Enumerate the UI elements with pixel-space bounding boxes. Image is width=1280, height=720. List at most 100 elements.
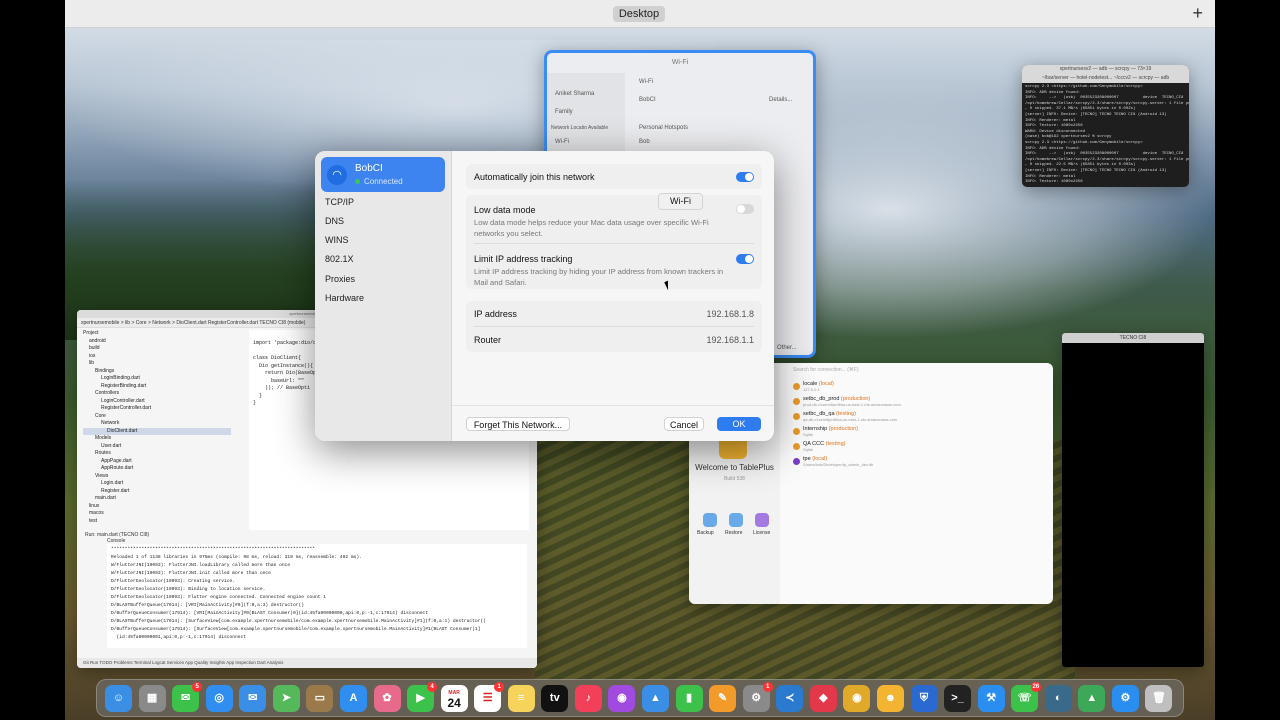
safari-icon[interactable]: ◎ [205,685,233,712]
network-details-dialog[interactable]: ◠ BobCI Connected TCP/IP DNS WINS 802.1X… [315,151,774,441]
messages-icon[interactable]: ✉ 5 [172,682,203,712]
terminal-window[interactable]: xpertnursesv2 — adb — scrcpy — 73×19 ~/b… [1022,65,1189,187]
calendar-icon[interactable]: MAR 24 [440,685,468,712]
sidebar-user[interactable]: Aniket Sharma [555,91,594,97]
tree-item[interactable]: macos [83,510,231,518]
launchpad-icon[interactable]: ▦ [138,685,166,712]
selected-network[interactable]: ◠ BobCI Connected [321,157,445,192]
podcasts-icon[interactable]: ◉ [608,685,636,712]
project-tree[interactable]: Project android build ios lib Bindings LoginBi… [83,330,231,530]
vscode-icon[interactable]: ≺ [776,685,804,712]
numbers-icon[interactable]: ▮ [675,685,703,712]
tree-item[interactable]: RegisterController.dart [83,405,231,413]
forget-network-button[interactable]: Forget This Network... [466,417,570,431]
phone-mirror-window[interactable]: TECNO CI8 [1062,333,1204,667]
sidebar-item-tcpip[interactable]: TCP/IP [325,197,354,207]
tree-item[interactable]: RegisterBinding.dart [83,383,231,391]
sidebar-item-proxies[interactable]: Proxies [325,274,355,284]
tree-item[interactable]: Controllers [83,390,231,398]
photos-icon[interactable]: ✿ [373,685,401,712]
add-space-button[interactable]: + [1192,3,1203,24]
desktop-space-label[interactable]: Desktop [613,6,665,22]
tree-item[interactable]: DioClient.dart [83,427,231,435]
details-button[interactable]: Details... [769,97,792,111]
reminders-icon[interactable]: ☰ 1 [474,682,505,712]
facetime-icon[interactable]: ▶ 4 [407,682,438,712]
wallet-icon[interactable]: ▭ [306,685,334,712]
sidebar-family[interactable]: Family [555,109,573,115]
tree-item[interactable]: Routes [83,450,231,458]
network-row[interactable]: BobCI [639,97,656,111]
cancel-button[interactable]: Cancel [664,417,704,431]
android-studio-icon[interactable]: ▲ [1078,685,1106,712]
tableplus-icon[interactable]: ☻ [876,685,904,712]
chrome-icon[interactable]: ◉ [843,685,871,712]
tree-item[interactable]: ios [83,353,231,361]
terminal-icon[interactable]: >_ [944,685,972,712]
tree-item[interactable]: AppPage.dart [83,458,231,466]
sidebar-item-dns[interactable]: DNS [325,216,344,226]
ok-button[interactable]: OK [717,417,761,431]
simulator-icon[interactable]: ⚙ [1111,685,1139,712]
connection-list[interactable]: locale (local) 127.0.0.1 setbc_db_prod (pr… [793,381,1043,471]
tree-item[interactable]: Core [83,413,231,421]
proxyman-icon[interactable]: ◐ [1044,685,1072,712]
connection-item[interactable]: setbc_db_qa (testing) qa-db.c1semi8prdfrk… [793,411,1043,426]
whatsapp-icon[interactable]: ☏ 26 [1011,682,1042,712]
tree-item[interactable]: Project [83,330,231,338]
keynote-icon[interactable]: ▲ [642,685,669,712]
tree-item[interactable]: User.dart [83,443,231,451]
limit-ip-label: Limit IP address tracking [474,254,573,264]
maps-icon[interactable]: ➤ [272,685,300,712]
sidebar-item-hardware[interactable]: Hardware [325,293,364,303]
restore-icon[interactable] [729,513,743,527]
sidebar-wifi[interactable]: Wi-Fi [555,139,569,145]
vpn-icon[interactable]: ⛨ [910,685,938,712]
system-settings-icon[interactable]: ⚙ 1 [742,682,773,712]
tree-item[interactable]: LoginBinding.dart [83,375,231,383]
tree-item[interactable]: Register.dart [83,488,231,496]
other-button[interactable]: Other... [777,345,797,355]
tree-item[interactable]: Models [83,435,231,443]
tree-item[interactable]: Views [83,473,231,481]
tree-item[interactable]: Network [83,420,231,428]
connection-item[interactable]: setbc_db_prod (production) prod-db.c1semi… [793,396,1043,411]
backup-icon[interactable] [703,513,717,527]
trash-icon[interactable]: 🗑 [1145,685,1173,712]
dock-glyph: ≺ [785,692,795,704]
tree-item[interactable]: Bindings [83,368,231,376]
limit-ip-toggle[interactable] [736,254,754,264]
tree-item[interactable]: test [83,518,231,526]
sidebar-item-wins[interactable]: WINS [325,235,349,245]
music-icon[interactable]: ♪ [574,685,602,712]
connection-item[interactable]: QA CCC (testing) Sqlite [793,441,1043,456]
tree-item[interactable]: LoginController.dart [83,398,231,406]
sidebar-location[interactable]: Network Locatio Available [551,125,608,131]
connection-search-input[interactable]: Search for connection... (⌘F) [793,367,859,373]
mail-icon[interactable]: ✉ [239,685,267,712]
tree-item[interactable]: lib [83,360,231,368]
connection-item[interactable]: Internship (production) Sqlite [793,426,1043,441]
tree-item[interactable]: AppRoute.dart [83,465,231,473]
apple-tv-icon[interactable]: tv [541,685,569,712]
low-data-toggle[interactable] [736,204,754,214]
tree-item[interactable]: build [83,345,231,353]
terminal-tabs[interactable]: ~/bar/server — hotel-nodetest... ~/cccv2… [1022,74,1189,83]
wifi-row[interactable]: Wi-Fi [639,79,653,93]
ide-tool-strip[interactable]: Git Run TODO Problems Terminal Logcat Se… [77,658,537,668]
app-store-icon[interactable]: A [339,685,367,712]
tree-item[interactable]: linux [83,503,231,511]
git-client-icon[interactable]: ◆ [809,685,837,712]
sidebar-item-8021x[interactable]: 802.1X [325,254,354,264]
pages-icon[interactable]: ✎ [709,685,737,712]
license-icon[interactable] [755,513,769,527]
tree-item[interactable]: android [83,338,231,346]
finder-icon[interactable]: ☺ [105,685,132,712]
xcode-icon[interactable]: ⚒ [977,685,1005,712]
auto-join-toggle[interactable] [736,172,754,182]
tree-item[interactable]: Login.dart [83,480,231,488]
connection-item[interactable]: tpe (local)/Users/bob/Developer/tp_admin… [793,456,1043,471]
connection-item[interactable]: locale (local) 127.0.0.1 [793,381,1043,396]
tree-item[interactable]: main.dart [83,495,231,503]
notes-icon[interactable]: ≡ [507,685,535,712]
